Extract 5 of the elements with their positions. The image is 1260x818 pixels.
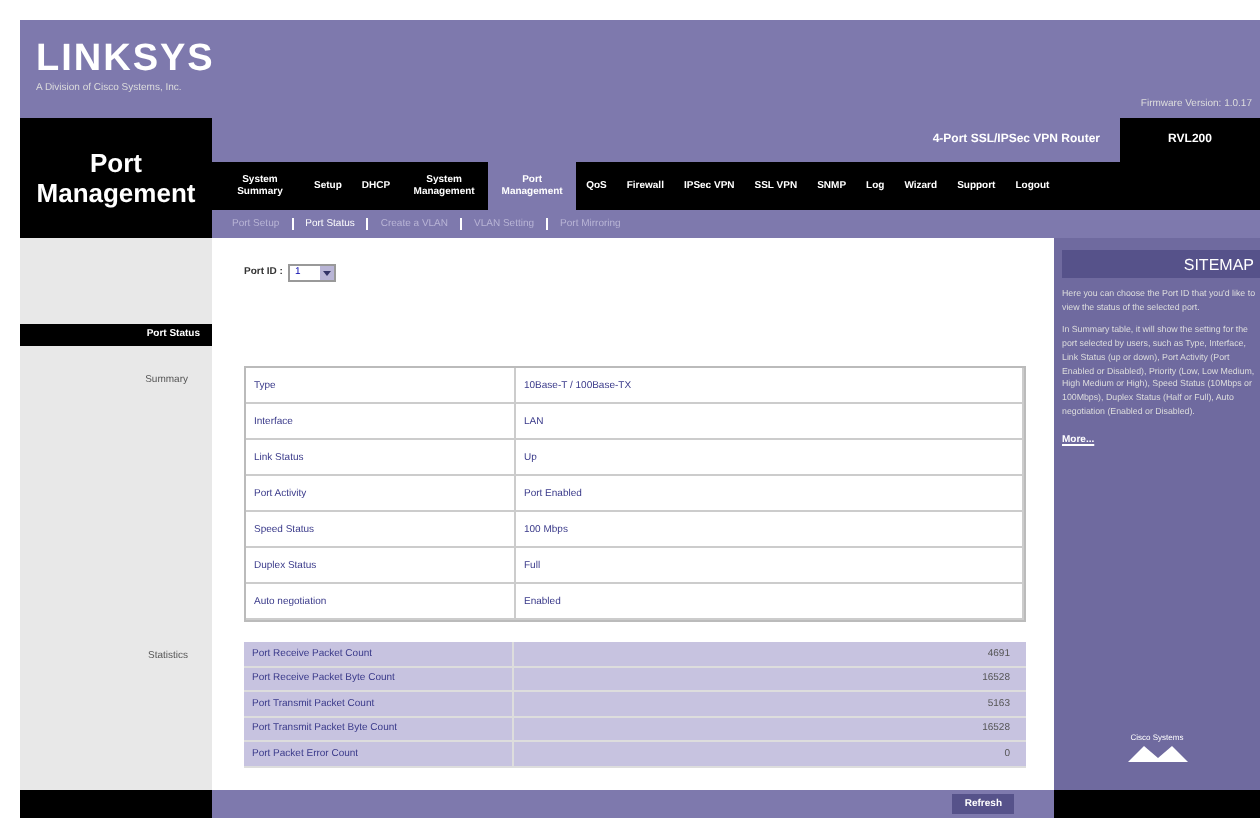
sitemap-header: SITEMAP: [1062, 250, 1260, 278]
dropdown-icon: [320, 265, 335, 279]
brand-logo: LINKSYS: [36, 37, 215, 81]
bridge-logo-icon: [1127, 742, 1187, 762]
section-title: Port Management: [20, 118, 212, 238]
